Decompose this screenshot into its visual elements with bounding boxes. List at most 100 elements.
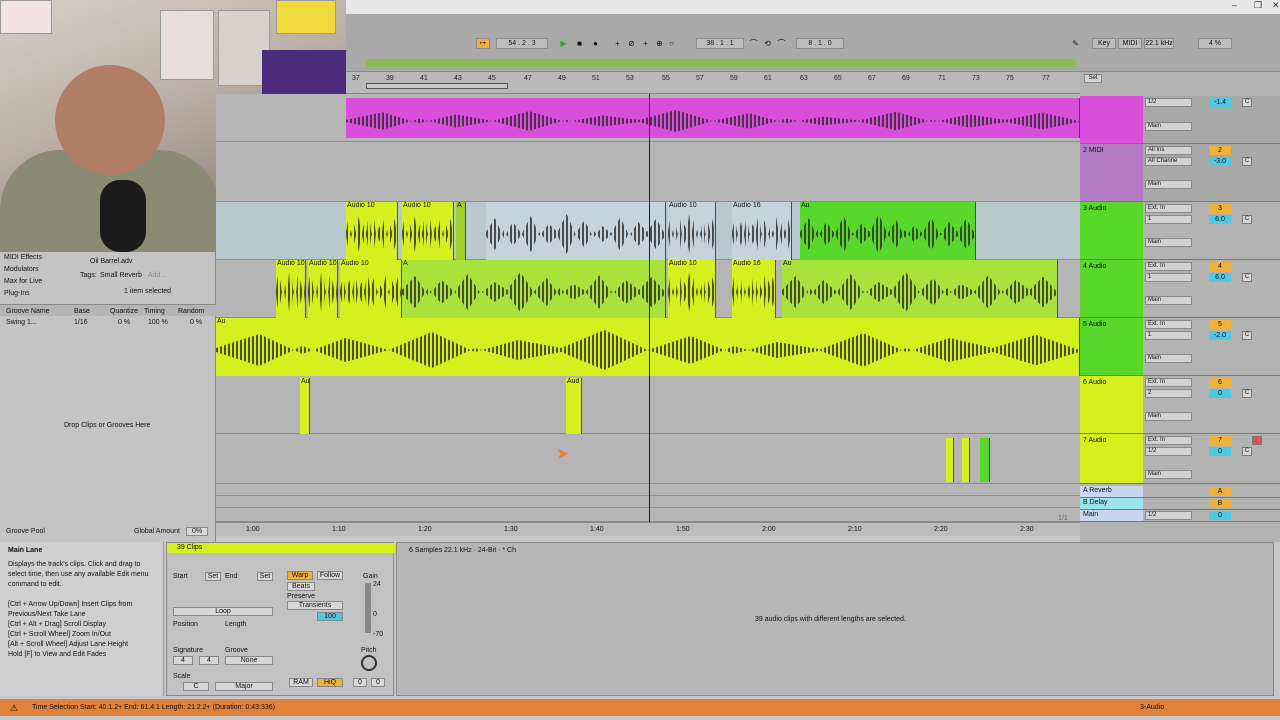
clip[interactable]: Audio 10 (402, 202, 454, 260)
input-select[interactable]: Ext. In (1145, 436, 1192, 445)
clip[interactable]: Au (300, 378, 310, 434)
track-lane-1[interactable] (216, 94, 1080, 142)
output-select[interactable]: Main (1145, 354, 1192, 363)
return-lane-b[interactable] (216, 496, 1080, 508)
minimize-icon[interactable]: – (1232, 0, 1237, 10)
output-select[interactable]: Main (1145, 238, 1192, 247)
clip[interactable]: Aud (566, 378, 582, 434)
track-number[interactable]: 5 (1209, 320, 1231, 329)
scale-root-select[interactable]: C (183, 682, 209, 691)
pan-field[interactable]: C (1242, 98, 1252, 107)
track-name[interactable]: 7 Audio (1080, 434, 1143, 483)
track-name[interactable]: B Delay (1080, 498, 1143, 509)
track-header-7[interactable]: 7 Audio Ext. In 1/2 Main 7 0 C (1080, 434, 1280, 484)
close-icon[interactable]: ✕ (1272, 0, 1280, 11)
clip[interactable]: Audio 16 (732, 260, 776, 318)
bar-ruler[interactable]: 37 39 41 43 45 47 49 51 53 55 57 59 61 6… (346, 72, 1080, 94)
follow-icon[interactable]: ↦ (476, 38, 490, 49)
channel-select[interactable]: All Channe (1145, 157, 1192, 166)
channel-select[interactable]: 2 (1145, 389, 1192, 398)
automation-add-icon[interactable]: + (640, 38, 651, 49)
pitch-knob[interactable] (361, 655, 377, 671)
pan-field[interactable]: C (1242, 157, 1252, 166)
clip[interactable]: Audio 10 (346, 202, 398, 260)
clip[interactable]: A (456, 202, 466, 260)
browser-item-modulators[interactable]: Modulators (4, 264, 39, 275)
track-number[interactable]: 3 (1209, 204, 1231, 213)
arrangement-view[interactable]: Audio 10 Audio 10 A Audio 10 Audio 16 Au… (216, 94, 1080, 522)
clip[interactable]: Audio 10 (340, 260, 402, 318)
groove-quantize[interactable]: 0 % (118, 319, 130, 326)
browser-item-midi-effects[interactable]: MIDI Effects (4, 252, 42, 263)
key-map-button[interactable]: Key (1092, 38, 1116, 49)
return-letter[interactable]: B (1209, 499, 1231, 508)
groove-timing[interactable]: 100 % (148, 319, 168, 326)
pan-field[interactable]: C (1242, 389, 1252, 398)
input-select[interactable]: Ext. In (1145, 262, 1192, 271)
track-lane-4[interactable]: Audio 10 Audio 10 Audio 10 A Audio 10 Au… (216, 260, 1080, 318)
record-icon[interactable]: ● (590, 38, 601, 49)
browser-item-max-for-live[interactable]: Max for Live (4, 276, 42, 287)
pitch-cents[interactable]: 0 (371, 678, 385, 687)
return-header-a[interactable]: A Reverb A (1080, 486, 1280, 498)
overdub-icon[interactable]: + (612, 38, 623, 49)
arm-button[interactable] (1252, 436, 1262, 445)
clip[interactable]: A (402, 260, 666, 318)
browser-item-plugins[interactable]: Plug-Ins (4, 288, 30, 299)
clip[interactable]: Audio 10 (668, 260, 716, 318)
output-select[interactable]: Main (1145, 470, 1192, 479)
track-name[interactable]: 5 Audio (1080, 318, 1143, 375)
channel-select[interactable]: 1 (1145, 331, 1192, 340)
capture-icon[interactable]: ⊕ (654, 38, 665, 49)
volume-field[interactable]: -3.0 (1209, 157, 1231, 166)
set-end-button[interactable]: Set (257, 572, 273, 581)
input-select[interactable]: Ext. In (1145, 204, 1192, 213)
track-lane-7[interactable]: ➤ (216, 434, 1080, 484)
midi-map-button[interactable]: MIDI (1118, 38, 1142, 49)
ram-button[interactable]: RAM (289, 678, 313, 687)
signature-denominator[interactable]: 4 (199, 656, 219, 665)
output-select[interactable]: Main (1145, 180, 1192, 189)
rate-field[interactable]: 100 (317, 612, 343, 621)
track-lane-6[interactable]: Au Aud (216, 376, 1080, 434)
channel-select[interactable]: 1 (1145, 273, 1192, 282)
input-select[interactable]: 1/2 (1145, 98, 1192, 107)
track-number[interactable]: 2 (1209, 146, 1231, 155)
loop-brace[interactable] (366, 83, 508, 89)
loop-icon[interactable]: ⟲ (762, 38, 773, 49)
tag-add[interactable]: Add... (148, 270, 166, 281)
session-record-icon[interactable]: ○ (666, 38, 677, 49)
main-lane[interactable] (216, 508, 1080, 522)
follow-button[interactable]: Follow (317, 571, 343, 580)
clip[interactable]: Audio 16 (732, 202, 792, 260)
loop-start[interactable]: 38 . 1 . 1 (696, 38, 744, 49)
hiq-button[interactable]: HiQ (317, 678, 343, 687)
automation-arm-icon[interactable]: ⊘ (626, 38, 637, 49)
set-button[interactable]: Set (1084, 74, 1102, 83)
volume-field[interactable]: 0 (1209, 511, 1231, 520)
volume-field[interactable]: 6.0 (1209, 273, 1231, 282)
clip[interactable] (346, 98, 1080, 138)
warp-button[interactable]: Warp (287, 571, 313, 580)
pan-field[interactable]: C (1242, 215, 1252, 224)
track-header-1[interactable]: 1/2 Main -1.4 C (1080, 96, 1280, 144)
track-name[interactable]: 2 MIDI (1080, 144, 1143, 201)
loop-button[interactable]: Loop (173, 607, 273, 616)
play-icon[interactable]: ▶ (558, 38, 569, 49)
clip[interactable]: Au (800, 202, 976, 260)
track-name[interactable]: 4 Audio (1080, 260, 1143, 317)
track-name[interactable] (1080, 96, 1143, 143)
track-number[interactable]: 7 (1209, 436, 1231, 445)
gain-slider[interactable] (365, 583, 371, 633)
draw-mode-icon[interactable]: ✎ (1070, 38, 1081, 49)
pan-field[interactable]: C (1242, 331, 1252, 340)
return-header-b[interactable]: B Delay B (1080, 498, 1280, 510)
volume-field[interactable]: 0 (1209, 389, 1231, 398)
channel-select[interactable]: 1/2 (1145, 447, 1192, 456)
return-lane-a[interactable] (216, 484, 1080, 496)
time-ruler[interactable]: 1:00 1:10 1:20 1:30 1:40 1:50 2:00 2:10 … (216, 515, 1080, 536)
track-name[interactable]: A Reverb (1080, 486, 1143, 497)
track-header-2[interactable]: 2 MIDI All Ins All Channe Main 2 -3.0 C (1080, 144, 1280, 202)
overview-bar[interactable] (366, 59, 1076, 67)
volume-field[interactable]: -1.4 (1209, 98, 1231, 107)
